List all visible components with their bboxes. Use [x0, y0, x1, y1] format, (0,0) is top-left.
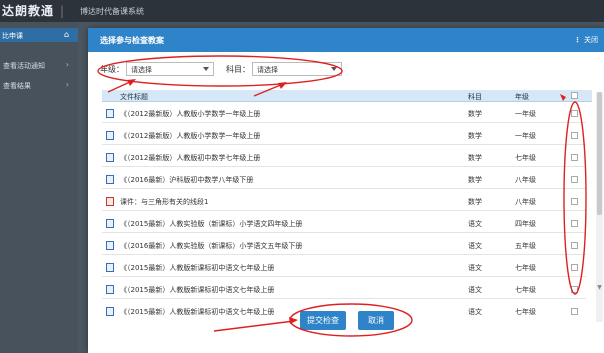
- annotation-arrowhead-grade: [127, 79, 136, 86]
- annotation-ellipse-checkboxes: [563, 101, 587, 295]
- annotation-ellipse-filters: [97, 55, 343, 87]
- annotation-ellipse-buttons: [289, 303, 413, 337]
- annotation-marker-selectall: [560, 94, 566, 101]
- annotation-arrowhead-subject: [278, 82, 287, 89]
- annotation-arrowhead-submit: [289, 317, 298, 324]
- annotation-layer: [97, 55, 587, 337]
- annotation-arrow-submit: [213, 320, 295, 332]
